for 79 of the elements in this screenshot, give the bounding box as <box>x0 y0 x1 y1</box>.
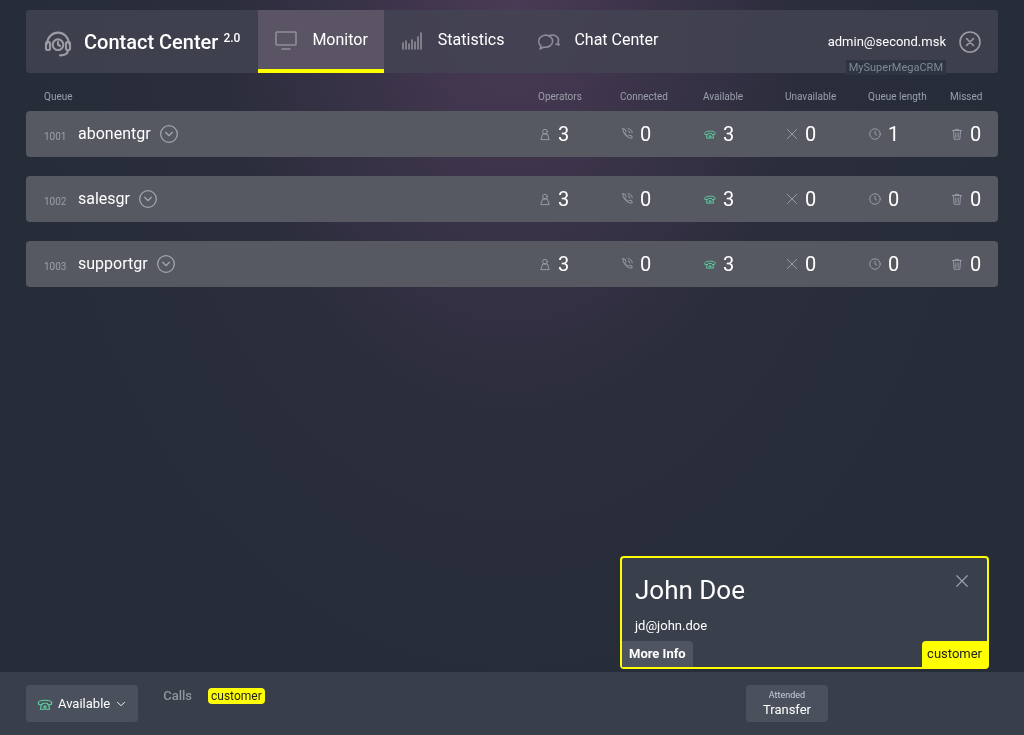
version-label: 2.0 <box>223 29 241 47</box>
nav-tab[interactable]: Monitor <box>258 10 384 73</box>
queue-number: 1001 <box>44 129 68 144</box>
phone-call-icon <box>620 192 634 206</box>
stat-value: 0 <box>970 121 982 148</box>
stat-value: 0 <box>888 186 900 213</box>
stat-value: 3 <box>558 251 570 278</box>
clock-icon <box>868 127 882 141</box>
trash-icon <box>950 127 964 141</box>
status-dropdown[interactable]: Available <box>26 685 139 722</box>
stat-value: 0 <box>970 251 982 278</box>
x-icon <box>785 192 799 206</box>
person-icon <box>538 257 552 271</box>
close-button[interactable] <box>953 572 971 590</box>
stat-value: 0 <box>640 251 652 278</box>
attended-transfer-button[interactable]: Attended Transfer <box>746 685 828 722</box>
button-caption: Attended <box>768 691 806 700</box>
stat-value: 1 <box>888 121 900 148</box>
phone-icon <box>703 127 717 141</box>
stat-value: 0 <box>640 186 652 213</box>
expand-button[interactable] <box>158 124 179 144</box>
chevron-down-icon <box>155 254 176 274</box>
chevron-down-icon <box>158 124 179 144</box>
app-title: Contact Center <box>84 28 219 56</box>
queue-name: salesgr <box>78 188 130 210</box>
call-tag: customer <box>208 687 265 704</box>
column-header: Queue <box>44 90 74 104</box>
queue-row[interactable]: 1003 supportgr 3 0 3 0 0 0 <box>26 241 998 287</box>
queue-number: 1003 <box>44 259 68 274</box>
person-icon <box>538 127 552 141</box>
phone-icon <box>703 192 717 206</box>
column-header: Connected <box>620 90 669 104</box>
more-info-button[interactable]: More Info <box>622 641 693 667</box>
clock-icon <box>868 257 882 271</box>
trash-icon <box>950 192 964 206</box>
queue-name: supportgr <box>78 253 148 275</box>
contact-name: John Doe <box>635 574 745 606</box>
queue-row[interactable]: 1001 abonentgr 3 0 3 0 1 0 <box>26 111 998 157</box>
chevron-down-icon <box>138 189 158 209</box>
queue-name: abonentgr <box>78 123 151 145</box>
contact-email: jd@john.doe <box>635 617 708 635</box>
expand-button[interactable] <box>138 189 158 209</box>
button-label: Transfer <box>762 703 812 716</box>
expand-button[interactable] <box>155 254 176 274</box>
person-icon <box>538 192 552 206</box>
column-header: Unavailable <box>785 90 838 104</box>
close-icon <box>958 29 982 54</box>
phone-call-icon <box>620 257 634 271</box>
phone-icon <box>703 257 717 271</box>
clock-icon <box>868 192 882 206</box>
calls-label: Calls <box>163 687 192 705</box>
column-header: Queue length <box>868 90 928 104</box>
queue-row[interactable]: 1002 salesgr 3 0 3 0 0 0 <box>26 176 998 222</box>
stat-value: 3 <box>558 121 570 148</box>
stat-value: 0 <box>640 121 652 148</box>
stat-value: 0 <box>805 251 817 278</box>
trash-icon <box>950 257 964 271</box>
x-icon <box>785 257 799 271</box>
stat-value: 0 <box>805 121 817 148</box>
x-icon <box>785 127 799 141</box>
logout-button[interactable] <box>958 29 982 54</box>
column-header: Missed <box>950 90 984 104</box>
stat-value: 0 <box>888 251 900 278</box>
stat-value: 3 <box>723 251 735 278</box>
user-email: admin@second.msk <box>827 32 946 51</box>
phone-call-icon <box>620 127 634 141</box>
stat-value: 3 <box>558 186 570 213</box>
stat-value: 0 <box>805 186 817 213</box>
stat-value: 3 <box>723 186 735 213</box>
nav-tab[interactable]: Chat Center <box>520 10 675 73</box>
close-icon <box>953 572 971 590</box>
nav-tab[interactable]: Statistics <box>383 10 521 73</box>
column-header: Available <box>703 90 745 104</box>
stat-value: 3 <box>723 121 735 148</box>
customer-tag: customer <box>922 641 987 667</box>
stat-value: 0 <box>970 186 982 213</box>
queue-number: 1002 <box>44 194 68 209</box>
crm-label: MySuperMegaCRM <box>845 60 946 75</box>
column-header: Operators <box>538 90 583 104</box>
